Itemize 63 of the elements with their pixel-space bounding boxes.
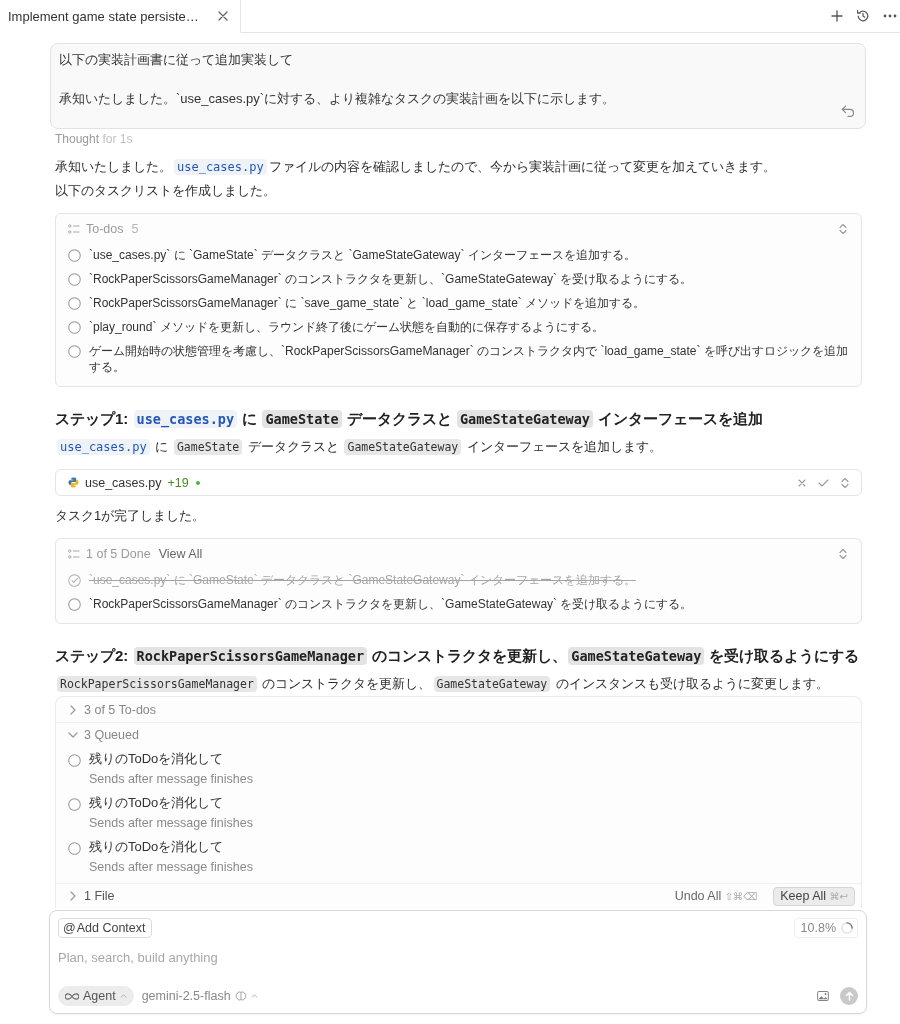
section-toggle[interactable]: 3 of 5 To-dos <box>68 699 157 720</box>
file-link[interactable]: use_cases.py <box>133 410 238 428</box>
keep-all-button[interactable]: Keep All ⌘↩ <box>773 886 855 906</box>
tab[interactable]: Implement game state persiste… <box>0 0 241 33</box>
caret-icon <box>250 994 258 998</box>
todo-text: ゲーム開始時の状態管理を考慮し、`RockPaperScissorsGameManager` のコンストラクタ内で `load_game_state` を呼び出すロジックを追加する。 <box>89 343 849 375</box>
list-icon <box>68 548 80 559</box>
chevron-up-down-icon[interactable] <box>841 476 849 489</box>
file-link[interactable]: use_cases.py <box>174 159 267 175</box>
queued-note: Sends after message finishes <box>89 859 253 876</box>
todo-title: To-dos <box>86 221 124 236</box>
mode-selector[interactable]: Agent <box>58 986 134 1006</box>
plus-icon[interactable] <box>831 10 843 22</box>
check-icon[interactable] <box>818 478 829 487</box>
todo-text: `play_round` メソッドを更新し、ラウンド終了後にゲーム状態を自動的に保存するようにする。 <box>89 319 604 335</box>
status-dot-icon <box>195 480 200 485</box>
caret-icon <box>119 994 127 998</box>
message-paragraph: 以下のタスクリストを作成しました。 <box>55 182 277 200</box>
chevron-up-down-icon[interactable] <box>839 547 847 560</box>
progress-summary: 1 of 5 Done <box>86 546 151 561</box>
file-type-icon <box>68 477 79 488</box>
message-paragraph: use_cases.py に GameState データクラスと GameStateGateway インターフェースを追加します。 <box>55 435 862 459</box>
message-paragraph: 承知いたしました。 use_cases.py ファイルの内容を確認しましたので、今から実装計画に従って変更を加えていきます。 <box>55 158 777 177</box>
message-input[interactable]: Plan, search, build anything <box>58 944 858 970</box>
message-text: 以下の実装計画書に従って追加実装して <box>59 51 294 69</box>
history-icon[interactable] <box>856 9 870 23</box>
queued-message: 残りのToDoを消化して <box>89 838 225 856</box>
close-icon[interactable] <box>218 11 228 21</box>
infinity-icon <box>65 992 79 1000</box>
context-usage-button[interactable]: 10.8% <box>793 918 858 938</box>
todo-count: 5 <box>131 221 139 236</box>
spinner-icon <box>841 922 853 934</box>
queued-message: 残りのToDoを消化して <box>89 794 225 812</box>
close-icon[interactable] <box>798 478 806 487</box>
more-icon[interactable] <box>883 14 897 18</box>
model-selector[interactable]: gemini-2.5-flash <box>141 989 258 1003</box>
queued-note: Sends after message finishes <box>89 815 253 832</box>
add-context-button[interactable]: @Add Context <box>58 918 152 938</box>
undo-all-button[interactable]: Undo All ⇧⌘⌫ <box>668 886 764 906</box>
queued-note: Sends after message finishes <box>89 771 253 788</box>
file-link[interactable]: use_cases.py <box>57 439 150 455</box>
additions-count: +19 <box>167 475 189 490</box>
todo-text: `RockPaperScissorsGameManager` に `save_game_state` と `load_game_state` メソッドを追加する。 <box>89 295 646 311</box>
todo-text: `use_cases.py` に `GameState` データクラスと `GameStateGateway` インターフェースを追加する。 <box>89 572 636 588</box>
section-toggle[interactable]: 3 Queued <box>68 725 139 745</box>
arrow-up-icon <box>844 991 854 1001</box>
message-paragraph: RockPaperScissorsGameManager のコンストラクタを更新し、 GameStateGateway のインスタンスも受け取るように変更します。 <box>55 672 862 696</box>
todo-text: `RockPaperScissorsGameManager` のコンストラクタを更新し、`GameStateGateway` を受け取るようにする。 <box>89 271 693 287</box>
message-text: 承知いたしました。`use_cases.py`に対する、より複雑なタスクの実装計画を以下に示します。 <box>59 90 617 108</box>
list-icon <box>68 223 80 234</box>
step-heading: ステップ1: use_cases.py に GameState データクラスと GameStateGateway インターフェースを追加 <box>55 409 765 430</box>
view-all-link[interactable]: View All <box>158 546 203 561</box>
message-paragraph: タスク1が完了しました。 <box>55 507 207 525</box>
todo-text: `RockPaperScissorsGameManager` のコンストラクタを更新し、`GameStateGateway` を受け取るようにする。 <box>89 596 693 612</box>
undo-icon[interactable] <box>841 105 855 117</box>
step-heading: ステップ2: RockPaperScissorsGameManager のコンストラクタを更新し、 GameStateGateway を受け取るようにする <box>55 646 861 667</box>
brain-icon <box>234 991 247 1001</box>
image-icon[interactable] <box>817 991 829 1001</box>
section-toggle[interactable]: 1 File <box>68 886 115 906</box>
queued-message: 残りのToDoを消化して <box>89 750 225 768</box>
chevron-up-down-icon[interactable] <box>839 222 847 235</box>
todo-text: `use_cases.py` に `GameState` データクラスと `GameStateGateway` インターフェースを追加する。 <box>89 247 636 263</box>
file-name[interactable]: use_cases.py <box>85 475 162 490</box>
